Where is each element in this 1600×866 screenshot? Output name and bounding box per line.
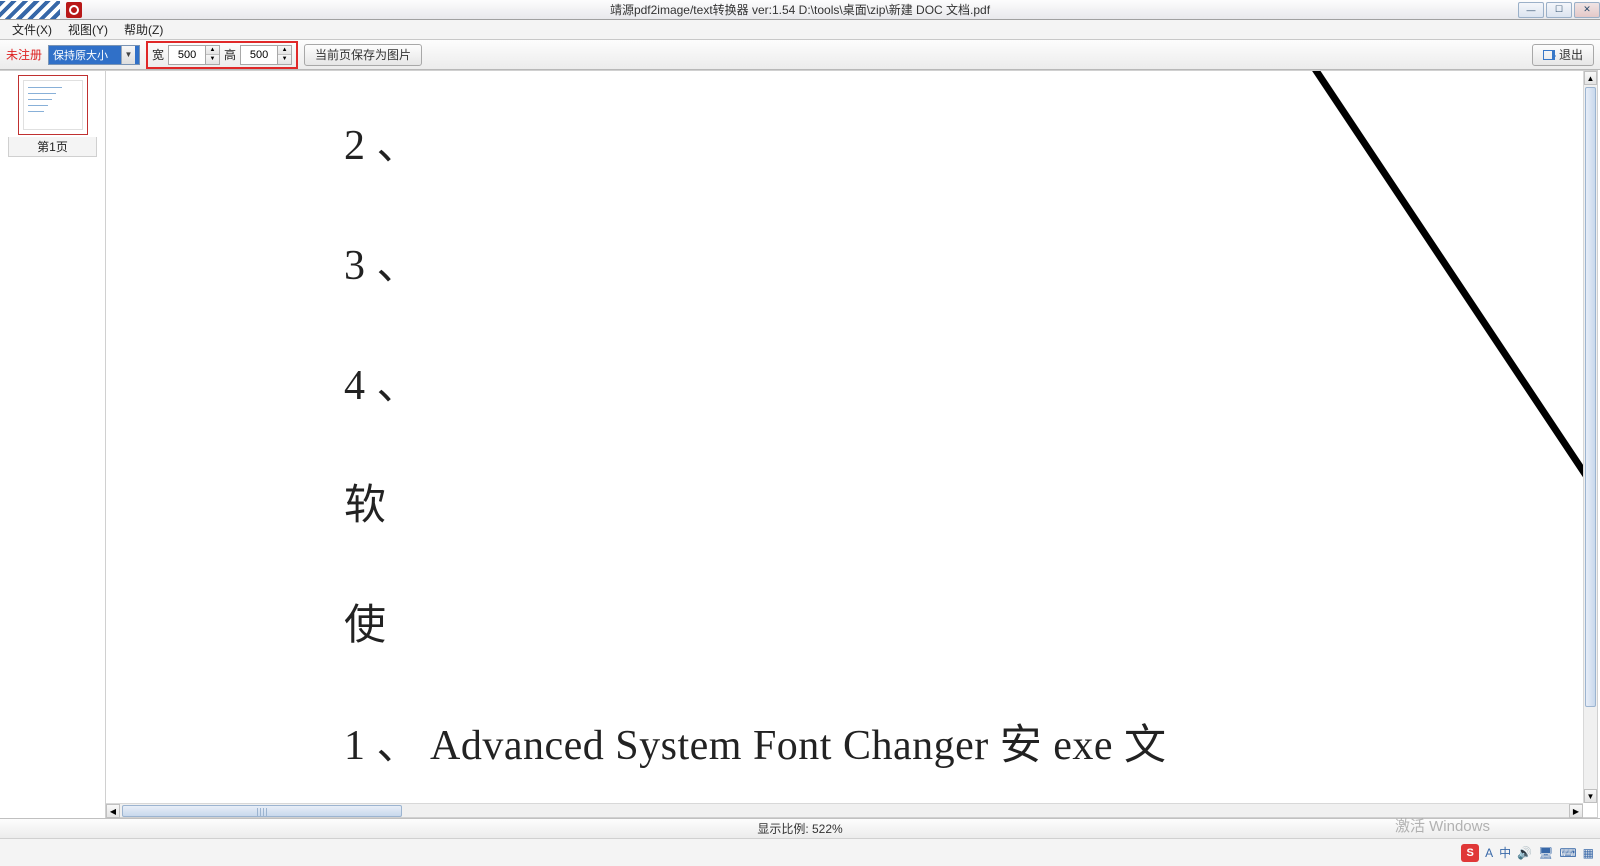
vertical-scroll-thumb[interactable]: [1585, 87, 1596, 707]
scroll-down-button[interactable]: ▼: [1584, 789, 1597, 803]
document-canvas[interactable]: 2 、 3 、 4 、软使 1 、 Advanced System Font Chan…: [106, 71, 1583, 803]
scroll-left-button[interactable]: ◀: [106, 804, 120, 818]
scroll-right-button[interactable]: ▶: [1569, 804, 1583, 818]
exit-button[interactable]: 退出: [1532, 44, 1594, 66]
height-input[interactable]: [241, 46, 277, 64]
vertical-scrollbar[interactable]: ▲ ▼: [1583, 71, 1597, 803]
app-icon: [66, 2, 82, 18]
document-text-line: 4 、: [344, 351, 419, 412]
document-viewer: 2 、 3 、 4 、软使 1 、 Advanced System Font Chan…: [105, 70, 1598, 818]
save-page-as-image-button[interactable]: 当前页保存为图片: [304, 44, 422, 66]
window-title: 靖源pdf2image/text转换器 ver:1.54 D:\tools\桌面…: [610, 1, 990, 18]
menubar: 文件(X) 视图(Y) 帮助(Z): [0, 20, 1600, 40]
titlebar: 靖源pdf2image/text转换器 ver:1.54 D:\tools\桌面…: [0, 0, 1600, 20]
width-down-button[interactable]: ▼: [206, 55, 219, 64]
document-stroke: [1173, 71, 1583, 511]
minimize-button[interactable]: —: [1518, 2, 1544, 18]
zoom-status: 显示比例: 522%: [757, 820, 842, 837]
tray-grid-icon[interactable]: ▦: [1583, 846, 1594, 860]
scroll-up-button[interactable]: ▲: [1584, 71, 1597, 85]
menu-file[interactable]: 文件(X): [4, 19, 60, 40]
maximize-button[interactable]: ☐: [1546, 2, 1572, 18]
document-text-line: 1 、 Advanced System Font Changer 安 exe 文: [344, 711, 1167, 772]
document-text-line: 3 、: [344, 231, 419, 292]
menu-help[interactable]: 帮助(Z): [116, 19, 171, 40]
thumbnail-item[interactable]: 第1页: [8, 75, 97, 157]
close-button[interactable]: ✕: [1574, 2, 1600, 18]
ime-alpha-indicator[interactable]: A: [1485, 846, 1493, 860]
workspace: 第1页 2 、 3 、 4 、软使 1 、 Advanced System Font …: [0, 70, 1600, 818]
exit-label: 退出: [1559, 46, 1583, 63]
ime-sogou-icon[interactable]: S: [1461, 844, 1479, 862]
tray-display-icon[interactable]: 🖥: [1538, 846, 1553, 860]
thumbnail-preview: [18, 75, 88, 135]
document-text-line: 2 、: [344, 111, 419, 172]
document-text-line: 软: [344, 471, 387, 532]
size-mode-combo[interactable]: 保持原大小 ▼: [48, 45, 140, 65]
height-label: 高: [224, 46, 236, 63]
document-text-line: 使: [344, 591, 387, 652]
titlebar-decoration: [0, 1, 60, 19]
window-controls: — ☐ ✕: [1516, 2, 1600, 18]
tray-volume-icon[interactable]: 🔊: [1517, 846, 1532, 860]
width-spinner[interactable]: ▲ ▼: [168, 45, 220, 65]
ime-chinese-indicator[interactable]: 中: [1499, 844, 1511, 861]
height-spinner[interactable]: ▲ ▼: [240, 45, 292, 65]
horizontal-scrollbar[interactable]: ◀ ▶: [106, 803, 1583, 817]
width-up-button[interactable]: ▲: [206, 46, 219, 55]
dimensions-highlight: 宽 ▲ ▼ 高 ▲ ▼: [146, 41, 298, 69]
menu-view[interactable]: 视图(Y): [60, 19, 116, 40]
width-label: 宽: [152, 46, 164, 63]
size-mode-value: 保持原大小: [53, 47, 108, 63]
height-down-button[interactable]: ▼: [278, 55, 291, 64]
save-page-label: 当前页保存为图片: [315, 46, 411, 63]
taskbar: S A 中 🔊 🖥 ⌨ ▦: [0, 838, 1600, 866]
toolbar: 未注册 保持原大小 ▼ 宽 ▲ ▼ 高 ▲ ▼ 当前页保存为图片 退出: [0, 40, 1600, 70]
height-up-button[interactable]: ▲: [278, 46, 291, 55]
thumbnails-panel: 第1页: [0, 70, 105, 818]
chevron-down-icon: ▼: [121, 46, 135, 64]
exit-icon: [1543, 50, 1555, 60]
tray-keyboard-icon[interactable]: ⌨: [1559, 846, 1576, 860]
width-input[interactable]: [169, 46, 205, 64]
unregistered-label: 未注册: [6, 46, 42, 63]
horizontal-scroll-thumb[interactable]: [122, 805, 402, 817]
thumbnail-label: 第1页: [8, 137, 97, 157]
statusbar: 显示比例: 522%: [0, 818, 1600, 838]
